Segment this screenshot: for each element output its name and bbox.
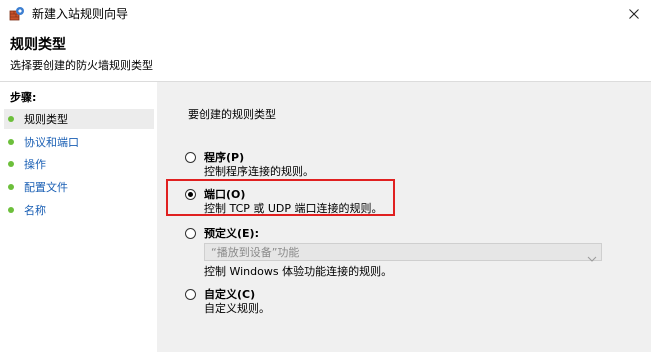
- option-label: 端口(O): [204, 188, 246, 201]
- option-label: 自定义(C): [204, 288, 256, 301]
- step-bullet-icon: [8, 184, 14, 190]
- option-description: 控制 Windows 体验功能连接的规则。: [204, 265, 393, 278]
- step-bullet-icon: [8, 116, 14, 122]
- step-label: 规则类型: [24, 112, 68, 126]
- step-protocol-ports[interactable]: 协议和端口: [4, 132, 154, 152]
- wizard-window: 新建入站规则向导 规则类型 选择要创建的防火墙规则类型 步骤: 规则类型 协议和…: [0, 0, 651, 352]
- step-name[interactable]: 名称: [4, 200, 154, 220]
- predefined-rule-select[interactable]: “播放到设备”功能: [204, 243, 602, 262]
- option-description: 控制程序连接的规则。: [204, 165, 314, 178]
- close-button[interactable]: [623, 4, 645, 24]
- steps-sidebar: 步骤: 规则类型 协议和端口 操作 配置文件 名称: [0, 82, 157, 352]
- step-label: 名称: [24, 203, 46, 217]
- chevron-down-icon: [587, 248, 597, 262]
- close-icon: [629, 9, 639, 19]
- option-label: 程序(P): [204, 151, 245, 164]
- step-action[interactable]: 操作: [4, 154, 154, 174]
- rule-type-prompt: 要创建的规则类型: [188, 108, 276, 121]
- step-bullet-icon: [8, 161, 14, 167]
- step-rule-type[interactable]: 规则类型: [4, 109, 154, 129]
- predefined-radio[interactable]: [185, 228, 196, 239]
- program-radio[interactable]: [185, 152, 196, 163]
- content-panel: 要创建的规则类型 程序(P) 控制程序连接的规则。 端口(O) 控制 TCP 或…: [157, 82, 651, 352]
- step-label: 配置文件: [24, 180, 68, 194]
- port-radio[interactable]: [185, 189, 196, 200]
- option-label: 预定义(E):: [204, 227, 259, 240]
- step-bullet-icon: [8, 207, 14, 213]
- steps-label: 步骤:: [10, 91, 37, 104]
- option-description: 自定义规则。: [204, 302, 270, 315]
- predefined-rule-value: “播放到设备”功能: [211, 246, 300, 259]
- window-title: 新建入站规则向导: [32, 7, 129, 21]
- step-profile[interactable]: 配置文件: [4, 177, 154, 197]
- firewall-wizard-icon: [9, 6, 25, 22]
- step-label: 操作: [24, 157, 46, 171]
- custom-radio[interactable]: [185, 289, 196, 300]
- title-bar: 新建入站规则向导: [0, 0, 651, 28]
- option-description: 控制 TCP 或 UDP 端口连接的规则。: [204, 202, 383, 215]
- page-title: 规则类型: [10, 37, 66, 53]
- page-subtitle: 选择要创建的防火墙规则类型: [10, 59, 153, 72]
- step-label: 协议和端口: [24, 135, 79, 149]
- step-bullet-icon: [8, 139, 14, 145]
